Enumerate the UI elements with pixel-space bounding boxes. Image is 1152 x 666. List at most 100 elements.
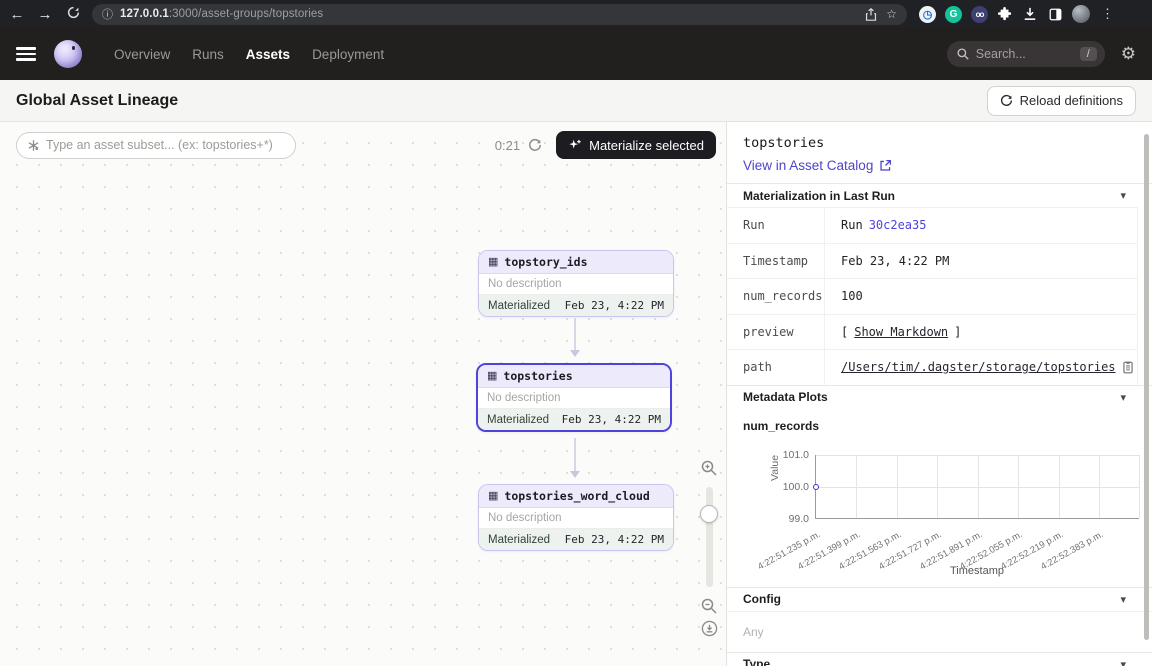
external-link-icon [879,159,892,172]
asset-description: No description [479,508,673,529]
asset-selector-icon [27,139,40,152]
page-title: Global Asset Lineage [16,92,178,110]
browser-profile-avatar[interactable] [1072,5,1090,23]
chevron-down-icon: ▾ [1120,391,1126,404]
chevron-down-icon: ▾ [1120,189,1126,202]
side-panel-icon[interactable] [1047,6,1063,22]
metadata-plot: num_records 101.0 100.0 99.0 Value [727,409,1152,579]
data-point[interactable] [813,484,819,490]
config-value: Any [727,611,1152,652]
url-bar[interactable]: ⓘ 127.0.0.1:3000/asset-groups/topstories… [92,4,907,25]
x-axis-label: Timestamp [815,565,1139,577]
asset-timestamp: Feb 23, 4:22 PM [565,299,664,312]
zoom-slider[interactable] [706,487,713,587]
table-icon: ▦ [488,491,498,502]
share-icon[interactable] [863,6,879,22]
nav-item-assets[interactable]: Assets [246,47,290,62]
chevron-down-icon: ▾ [1120,593,1126,606]
run-id-link[interactable]: 30c2ea35 [869,218,927,232]
downloads-icon[interactable] [1022,6,1038,22]
asset-timestamp: Feb 23, 4:22 PM [562,413,661,426]
type-section-header[interactable]: Type ▾ [727,652,1152,666]
nav-item-runs[interactable]: Runs [192,47,224,62]
table-row-timestamp: Timestamp Feb 23, 4:22 PM [727,243,1137,279]
reload-icon [1000,94,1013,107]
zoom-slider-handle[interactable] [700,505,718,523]
browser-menu-icon[interactable]: ⋮ [1101,6,1114,22]
search-placeholder: Search... [976,47,1073,61]
refresh-icon[interactable] [528,138,542,152]
asset-details-panel: topstories View in Asset Catalog Materia… [726,122,1152,666]
config-section-header[interactable]: Config ▾ [727,587,1152,611]
table-row-run: Run Run 30c2ea35 [727,207,1137,243]
app-navbar: Overview Runs Assets Deployment Search..… [0,28,1152,80]
search-shortcut-badge: / [1080,47,1097,61]
site-info-icon[interactable]: ⓘ [102,6,113,22]
asset-status: Materialized [487,414,549,426]
sparkle-icon [568,138,582,152]
plot-area [815,455,1139,519]
goggles-extension-icon[interactable]: oo [971,6,988,23]
table-row-path: path /Users/tim/.dagster/storage/topstor… [727,349,1137,385]
table-row-num-records: num_records 100 [727,278,1137,314]
zoom-in-icon[interactable] [698,457,720,479]
hamburger-menu-icon[interactable] [16,47,36,61]
chevron-down-icon: ▾ [1120,658,1126,666]
panel-scrollbar[interactable] [1144,134,1149,640]
path-link[interactable]: /Users/tim/.dagster/storage/topstories [841,360,1116,374]
clock-extension-icon[interactable]: ◷ [919,6,936,23]
asset-description: No description [478,388,670,409]
grammarly-extension-icon[interactable]: G [945,6,962,23]
nav-links: Overview Runs Assets Deployment [114,47,384,62]
asset-status: Materialized [488,300,550,312]
browser-forward-icon[interactable]: → [36,6,54,23]
copy-to-clipboard-icon[interactable] [1122,361,1134,374]
extensions-row: ◷ G oo ⋮ [919,5,1114,23]
zoom-out-icon[interactable] [698,595,720,617]
asset-graph-canvas[interactable]: 0:21 Materialize selected ▦ topstory_ids … [0,122,726,666]
plot-title: num_records [727,415,1152,435]
show-markdown-link[interactable]: Show Markdown [854,325,948,339]
dagster-logo[interactable] [54,40,82,68]
asset-node-topstories[interactable]: ▦topstories No description MaterializedF… [476,363,672,432]
table-icon: ▦ [488,257,498,268]
search-icon [957,48,969,60]
num-records-chart: 101.0 100.0 99.0 Value 4:22:5 [733,437,1146,579]
selected-asset-title: topstories [743,135,1136,151]
url-text: 127.0.0.1:3000/asset-groups/topstories [120,8,323,20]
asset-node-topstory-ids[interactable]: ▦ topstory_ids No description Materialize… [478,250,674,317]
asset-name: topstory_ids [504,255,587,269]
settings-gear-icon[interactable]: ⚙ [1121,44,1136,64]
asset-subset-filter[interactable] [16,132,296,159]
nav-item-deployment[interactable]: Deployment [312,47,384,62]
x-tick: 4:22:51.235 p.m. [744,529,822,578]
refresh-timer: 0:21 [495,138,520,153]
browser-toolbar: ← → ⓘ 127.0.0.1:3000/asset-groups/topsto… [0,0,1152,28]
view-in-asset-catalog-link[interactable]: View in Asset Catalog [743,158,892,173]
metadata-plots-section-header[interactable]: Metadata Plots ▾ [727,385,1152,409]
asset-node-topstories-word-cloud[interactable]: ▦ topstories_word_cloud No description Ma… [478,484,674,551]
browser-reload-icon[interactable] [64,6,82,23]
y-axis-label: Value [769,454,781,480]
edge-arrow [574,438,576,476]
asset-description: No description [479,274,673,295]
y-tick: 100.0 [761,481,809,493]
reload-definitions-button[interactable]: Reload definitions [987,86,1136,116]
global-search-input[interactable]: Search... / [947,41,1105,67]
asset-timestamp: Feb 23, 4:22 PM [565,533,664,546]
y-tick: 99.0 [761,513,809,525]
materialize-selected-button[interactable]: Materialize selected [556,131,716,159]
materialization-table: Run Run 30c2ea35 Timestamp Feb 23, 4:22 … [727,207,1138,385]
browser-back-icon[interactable]: ← [8,6,26,23]
edge-arrow [574,318,576,355]
asset-name: topstories_word_cloud [504,489,649,503]
table-row-preview: preview [Show Markdown] [727,314,1137,350]
fit-view-icon[interactable] [698,617,720,639]
nav-item-overview[interactable]: Overview [114,47,170,62]
asset-name: topstories [503,369,572,383]
bookmark-star-icon[interactable]: ☆ [886,7,897,21]
asset-status: Materialized [488,534,550,546]
asset-subset-input[interactable] [46,138,285,152]
materialization-section-header[interactable]: Materialization in Last Run ▾ [727,183,1152,207]
extensions-puzzle-icon[interactable] [997,6,1013,22]
